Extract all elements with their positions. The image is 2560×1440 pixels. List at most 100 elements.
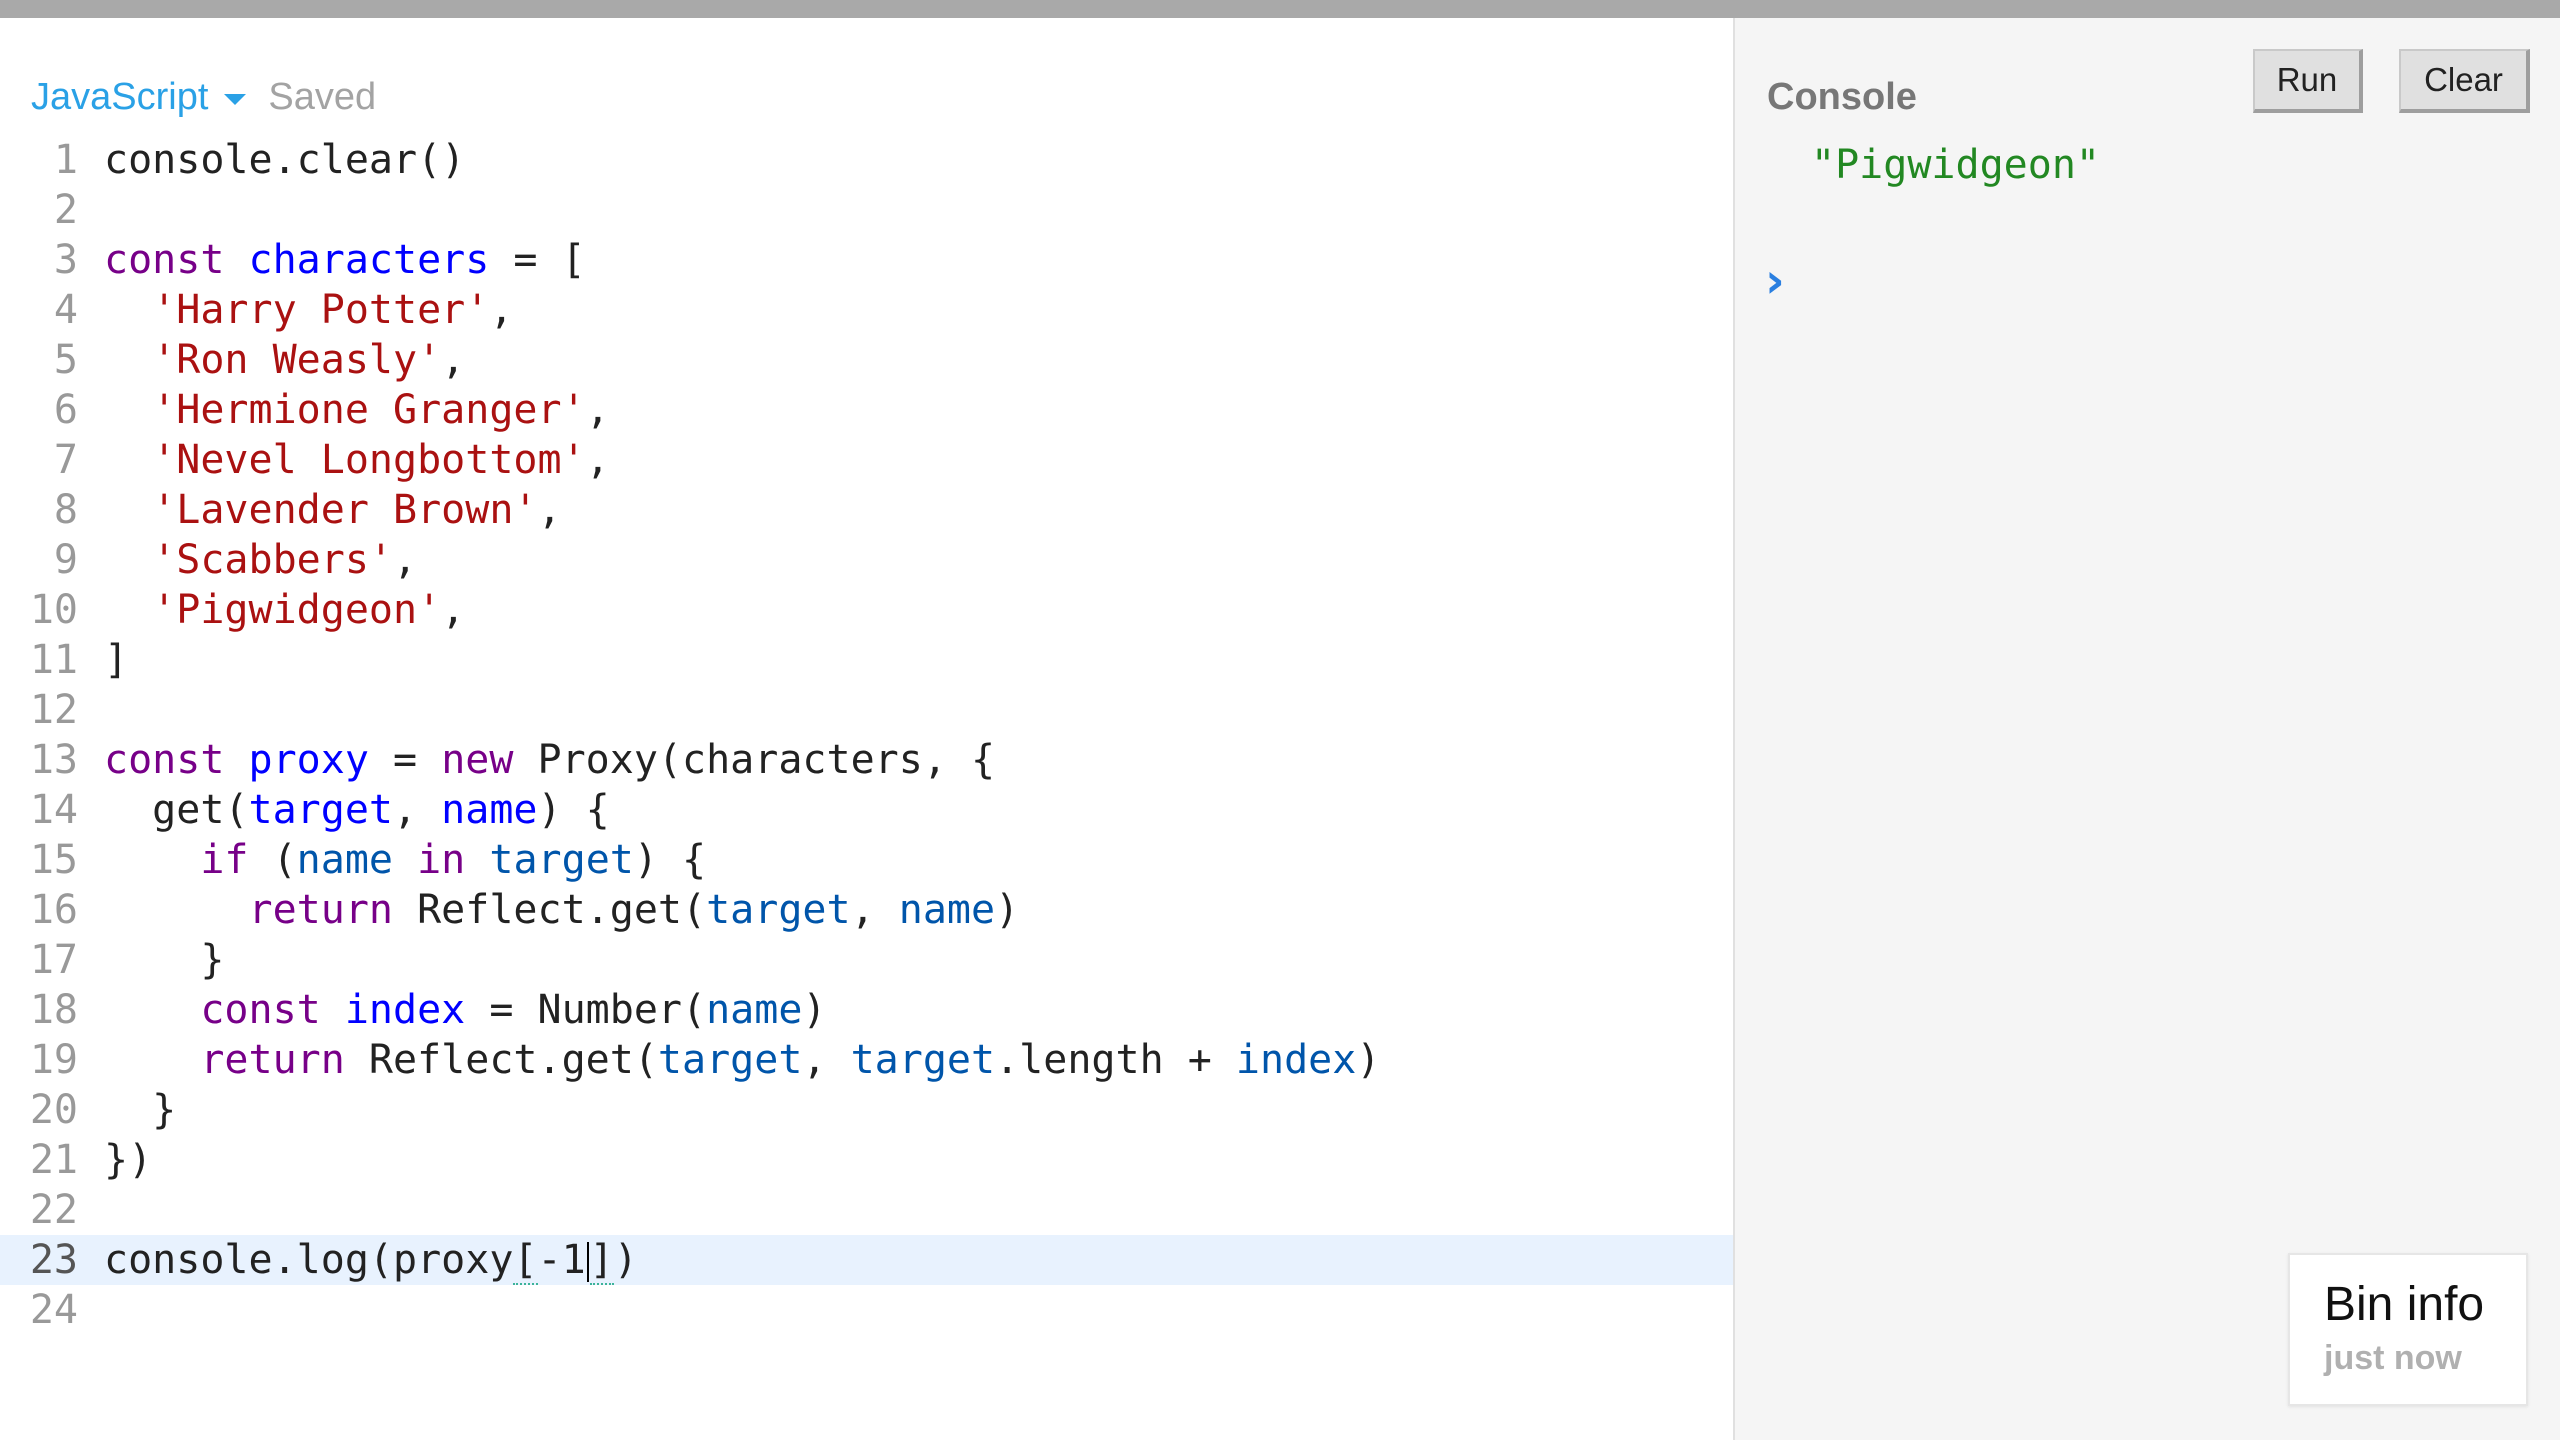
code-line[interactable]: 19 return Reflect.get(target, target.len… — [0, 1035, 1733, 1085]
code-line[interactable]: 13 const proxy = new Proxy(characters, { — [0, 735, 1733, 785]
code-line[interactable]: 18 const index = Number(name) — [0, 985, 1733, 1035]
line-content: if (name in target) { — [104, 835, 706, 885]
code-line[interactable]: 7 'Nevel Longbottom', — [0, 435, 1733, 485]
line-content: return Reflect.get(target, name) — [104, 885, 1020, 935]
editor-panel: JavaScript Saved 1 console.clear() 2 3 const… — [0, 18, 1733, 1440]
code-line[interactable]: 20 } — [0, 1085, 1733, 1135]
code-line[interactable]: 22 — [0, 1185, 1733, 1235]
line-content: console.clear() — [104, 135, 465, 185]
code-line[interactable]: 4 'Harry Potter', — [0, 285, 1733, 335]
code-token: 'Harry Potter' — [152, 287, 490, 333]
line-number: 2 — [53, 187, 78, 233]
code-line[interactable]: 3 const characters = [ — [0, 235, 1733, 285]
line-content: ] — [104, 635, 128, 685]
line-number: 15 — [29, 837, 78, 883]
code-token: }) — [104, 1137, 153, 1183]
code-token: 'Ron Weasly' — [152, 337, 442, 383]
code-line[interactable]: 8 'Lavender Brown', — [0, 485, 1733, 535]
line-number: 9 — [53, 537, 78, 583]
line-number: 14 — [29, 787, 78, 833]
line-number: 4 — [53, 287, 78, 333]
code-token: ) — [613, 1237, 638, 1283]
code-line[interactable]: 17 } — [0, 935, 1733, 985]
line-number: 23 — [29, 1237, 78, 1283]
code-line[interactable]: 12 — [0, 685, 1733, 735]
line-number: 21 — [29, 1137, 78, 1183]
code-line[interactable]: 11] — [0, 635, 1733, 685]
code-line[interactable]: 10 'Pigwidgeon', — [0, 585, 1733, 635]
code-token: name — [706, 987, 803, 1033]
code-token: .length + — [995, 1037, 1236, 1083]
caret-down-icon — [224, 93, 247, 105]
code-token: , — [441, 337, 466, 383]
line-content: console.log(proxy[-1]) — [104, 1235, 638, 1285]
console-output-line: "Pigwidgeon" — [1811, 142, 2100, 188]
line-content: 'Hermione Granger', — [104, 385, 610, 435]
console-panel: Console Run Clear "Pigwidgeon" › — [1735, 18, 2560, 1440]
code-token: target — [706, 887, 851, 933]
matched-bracket: [ — [513, 1237, 538, 1285]
save-status: Saved — [268, 75, 377, 118]
code-token: name — [441, 787, 538, 833]
code-token: = — [368, 737, 442, 783]
code-token: proxy — [248, 737, 369, 783]
line-number: 12 — [29, 687, 78, 733]
code-token: return — [200, 1037, 345, 1083]
code-token: const — [104, 737, 225, 783]
code-token: , — [585, 387, 610, 433]
bin-info-card[interactable]: Bin info just now — [2288, 1253, 2528, 1406]
code-line[interactable]: 16 return Reflect.get(target, name) — [0, 885, 1733, 935]
clear-button[interactable]: Clear — [2399, 49, 2530, 113]
code-line[interactable]: 6 'Hermione Granger', — [0, 385, 1733, 435]
code-token: name — [898, 887, 996, 933]
code-token: Proxy(characters, { — [513, 737, 996, 783]
code-token: , — [393, 537, 418, 583]
code-token: 'Nevel Longbottom' — [152, 437, 586, 483]
line-number: 11 — [29, 637, 78, 683]
code-token: ) — [1356, 1037, 1381, 1083]
console-input[interactable] — [1819, 258, 2519, 308]
code-line[interactable]: 23 console.log(proxy[-1]) — [0, 1235, 1733, 1285]
code-line[interactable]: 21}) — [0, 1135, 1733, 1185]
language-label: JavaScript — [31, 75, 209, 118]
line-number: 24 — [29, 1287, 78, 1333]
code-token: Reflect.get( — [393, 887, 707, 933]
code-token: , — [802, 1037, 851, 1083]
code-line[interactable]: 1 console.clear() — [0, 135, 1733, 185]
code-token: name — [296, 837, 393, 883]
code-line[interactable]: 9 'Scabbers', — [0, 535, 1733, 585]
code-token: target — [657, 1037, 803, 1083]
code-token: Reflect.get( — [344, 1037, 658, 1083]
line-number: 18 — [29, 987, 78, 1033]
line-content: 'Scabbers', — [104, 535, 417, 585]
code-line[interactable]: 2 — [0, 185, 1733, 235]
line-content: const proxy = new Proxy(characters, { — [104, 735, 995, 785]
code-token: , — [441, 587, 466, 633]
code-token: } — [104, 1087, 177, 1133]
code-line[interactable]: 24 — [0, 1285, 1733, 1335]
editor-header: JavaScript Saved — [31, 56, 376, 138]
line-content: 'Harry Potter', — [104, 285, 513, 335]
line-number: 7 — [53, 437, 78, 483]
top-bar — [0, 0, 2560, 18]
code-token: new — [441, 737, 514, 783]
code-line[interactable]: 15 if (name in target) { — [0, 835, 1733, 885]
line-content: }) — [104, 1135, 152, 1185]
code-token: target — [850, 1037, 996, 1083]
code-line[interactable]: 5 'Ron Weasly', — [0, 335, 1733, 385]
code-editor[interactable]: 1 console.clear() 2 3 const characters = [4 … — [0, 135, 1733, 1335]
language-selector[interactable]: JavaScript — [31, 75, 247, 119]
code-token: 'Pigwidgeon' — [152, 587, 442, 633]
code-token: if — [200, 837, 249, 883]
code-token: , — [393, 787, 442, 833]
code-line[interactable]: 14 get(target, name) { — [0, 785, 1733, 835]
line-content: const characters = [ — [104, 235, 586, 285]
code-token: , — [850, 887, 899, 933]
code-token: ) — [802, 987, 827, 1033]
run-button[interactable]: Run — [2253, 49, 2363, 113]
